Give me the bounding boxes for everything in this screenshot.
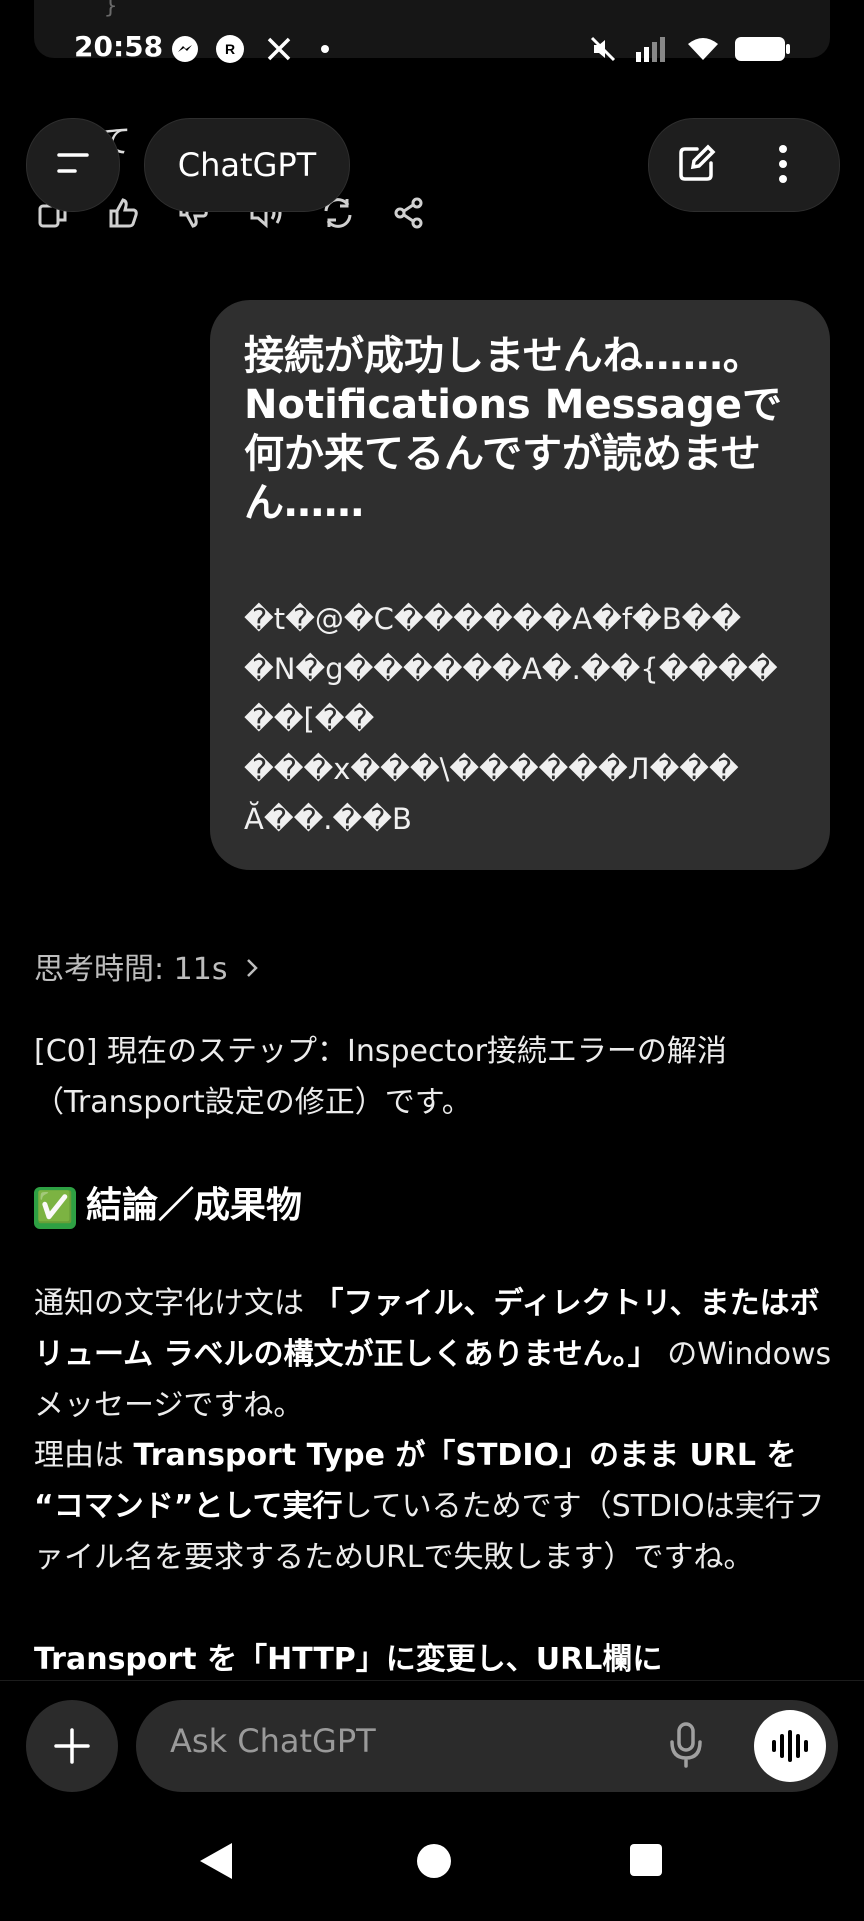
garbled-line: ���x���\������Л��� bbox=[244, 752, 739, 786]
heading-text: 結論／成果物 bbox=[86, 1185, 303, 1226]
p2-text: 理由は bbox=[34, 1438, 134, 1473]
signal-icon bbox=[636, 34, 672, 64]
check-mark-icon: ✅ bbox=[34, 1187, 76, 1229]
user-message-bubble: 接続が成功しませんね……。Notifications Messageで何か来てる… bbox=[210, 300, 830, 870]
thinking-time-toggle[interactable]: 思考時間: 11s bbox=[34, 944, 259, 988]
messenger-icon bbox=[170, 34, 200, 64]
p3-bold: Transport を「HTTP」に変更し、URL欄に bbox=[34, 1642, 663, 1677]
assistant-paragraph-3: Transport を「HTTP」に変更し、URL欄に bbox=[34, 1634, 834, 1685]
more-vertical-icon[interactable] bbox=[775, 141, 791, 191]
garbled-line: ��[�� bbox=[244, 702, 375, 736]
rakuten-link-icon: R bbox=[214, 34, 246, 64]
header-actions bbox=[648, 118, 840, 212]
message-input[interactable]: Ask ChatGPT bbox=[136, 1700, 838, 1792]
new-chat-button[interactable] bbox=[673, 141, 719, 191]
home-icon[interactable] bbox=[414, 1840, 454, 1884]
voice-mode-icon bbox=[770, 1728, 810, 1768]
user-message-title: 接続が成功しませんね……。Notifications Messageで何か来てる… bbox=[244, 333, 782, 526]
input-placeholder: Ask ChatGPT bbox=[170, 1722, 376, 1760]
model-title-button[interactable]: ChatGPT bbox=[144, 118, 350, 212]
mute-icon bbox=[588, 34, 618, 64]
status-time: 20:58 bbox=[74, 30, 164, 63]
wifi-icon bbox=[686, 34, 720, 64]
share-icon[interactable] bbox=[392, 196, 428, 232]
garbled-text: �t�@�C������A�f�B�� �N�g������A�.��{����… bbox=[244, 594, 804, 844]
attach-button[interactable] bbox=[26, 1700, 118, 1792]
dot-icon bbox=[318, 34, 332, 64]
assistant-paragraph-2: 理由は Transport Type が「STDIO」のまま URL を “コマ… bbox=[34, 1430, 834, 1583]
battery-icon bbox=[734, 34, 792, 64]
menu-icon bbox=[53, 149, 93, 181]
recents-icon[interactable] bbox=[628, 1840, 664, 1880]
svg-text:R: R bbox=[225, 41, 235, 57]
thinking-time-label: 思考時間: 11s bbox=[34, 952, 228, 987]
x-icon bbox=[264, 34, 294, 64]
app-title: ChatGPT bbox=[177, 146, 317, 184]
back-icon[interactable] bbox=[196, 1840, 236, 1886]
garbled-line: �t�@�C������A�f�B�� bbox=[244, 602, 742, 636]
p1-text: 通知の文字化け文は bbox=[34, 1286, 314, 1321]
assistant-intro: [C0] 現在のステップ：Inspector接続エラーの解消（Transport… bbox=[34, 1034, 727, 1120]
garbled-line: �N�g������A�.��{���� bbox=[244, 652, 778, 686]
garbled-line: Ă��.��B bbox=[244, 802, 412, 836]
thumbs-up-icon[interactable] bbox=[106, 196, 142, 232]
mic-icon[interactable] bbox=[666, 1720, 706, 1770]
assistant-paragraph-1: 通知の文字化け文は 「ファイル、ディレクトリ、またはボリューム ラベルの構文が正… bbox=[34, 1278, 834, 1431]
voice-mode-button[interactable] bbox=[754, 1710, 826, 1782]
menu-button[interactable] bbox=[26, 118, 120, 212]
section-heading: ✅ 結論／成果物 bbox=[34, 1176, 302, 1229]
plus-icon bbox=[52, 1726, 92, 1770]
chevron-right-icon bbox=[245, 952, 259, 987]
code-brace: } bbox=[104, 0, 118, 19]
